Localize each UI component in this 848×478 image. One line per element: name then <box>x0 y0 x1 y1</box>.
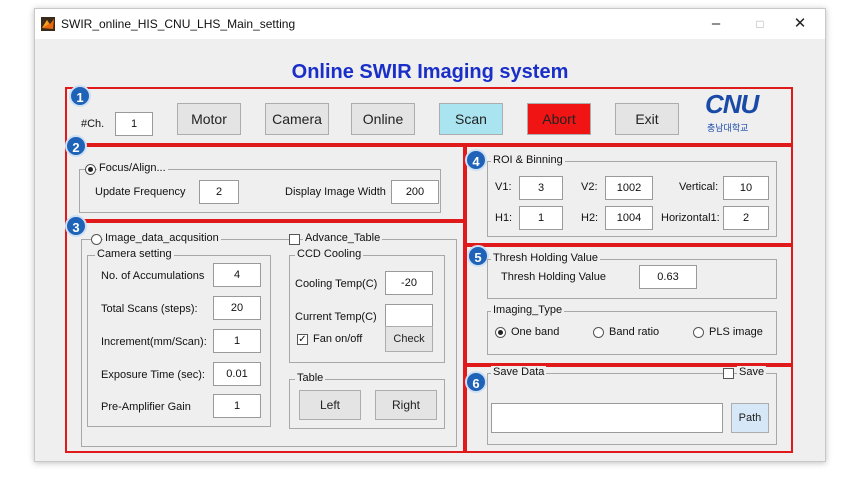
badge-1: 1 <box>69 85 91 107</box>
v2-label: V2: <box>581 181 598 193</box>
table-left-button[interactable]: Left <box>299 390 361 420</box>
focus-radio[interactable] <box>85 164 96 175</box>
table-title: Table <box>295 372 326 384</box>
vertical-input[interactable]: 10 <box>723 176 769 200</box>
cnu-logo-subtext: 충남대학교 <box>707 123 749 133</box>
exit-button[interactable]: Exit <box>615 103 679 135</box>
abort-button[interactable]: Abort <box>527 103 591 135</box>
v2-input[interactable]: 1002 <box>605 176 653 200</box>
total-scans-input[interactable]: 20 <box>213 296 261 320</box>
advance-table-label: Advance_Table <box>303 232 383 244</box>
fan-label: Fan on/off <box>313 333 363 345</box>
window-title: SWIR_online_HIS_CNU_LHS_Main_setting <box>61 17 296 31</box>
total-scans-label: Total Scans (steps): <box>101 303 198 315</box>
cnu-logo: CNU <box>705 89 759 119</box>
badge-2: 2 <box>65 135 87 157</box>
page-title: Online SWIR Imaging system <box>291 61 569 83</box>
ccd-cooling-title: CCD Cooling <box>295 248 364 260</box>
cooling-temp-label: Cooling Temp(C) <box>295 278 378 290</box>
thresh-input[interactable]: 0.63 <box>639 265 697 289</box>
display-width-input[interactable]: 200 <box>391 180 439 204</box>
scan-button[interactable]: Scan <box>439 103 503 135</box>
path-input[interactable] <box>491 403 723 433</box>
increment-input[interactable]: 1 <box>213 329 261 353</box>
badge-5: 5 <box>467 245 489 267</box>
exposure-time-label: Exposure Time (sec): <box>101 369 205 381</box>
exposure-time-input[interactable]: 0.01 <box>213 362 261 386</box>
one-band-label: One band <box>511 326 560 338</box>
badge-3: 3 <box>65 215 87 237</box>
minimize-button[interactable]: – <box>701 13 731 35</box>
pls-image-label: PLS image <box>709 326 763 338</box>
accumulations-input[interactable]: 4 <box>213 263 261 287</box>
imaging-type-title: Imaging_Type <box>491 304 565 316</box>
v1-label: V1: <box>495 181 512 193</box>
display-width-label: Display Image Width <box>285 186 386 198</box>
preamp-gain-input[interactable]: 1 <box>213 394 261 418</box>
accumulations-label: No. of Accumulations <box>101 270 205 282</box>
ch-input[interactable]: 1 <box>115 112 153 136</box>
vertical-label: Vertical: <box>679 181 719 193</box>
check-button[interactable]: Check <box>385 326 433 352</box>
v1-input[interactable]: 3 <box>519 176 563 200</box>
acquisition-radio-label: Image_data_acqusition <box>103 232 221 244</box>
advance-table-checkbox[interactable] <box>289 234 300 245</box>
band-ratio-radio[interactable] <box>593 327 604 338</box>
save-label: Save <box>737 366 767 378</box>
focus-radio-label: Focus/Align... <box>97 162 168 174</box>
camera-setting-title: Camera setting <box>95 248 174 260</box>
horizontal-input[interactable]: 2 <box>723 206 769 230</box>
online-button[interactable]: Online <box>351 103 415 135</box>
path-button[interactable]: Path <box>731 403 769 433</box>
table-right-button[interactable]: Right <box>375 390 437 420</box>
maximize-button[interactable]: □ <box>745 13 775 35</box>
matlab-icon <box>41 17 55 31</box>
update-frequency-input[interactable]: 2 <box>199 180 239 204</box>
roi-title: ROI & Binning <box>491 154 565 166</box>
badge-4: 4 <box>465 149 487 171</box>
one-band-radio[interactable] <box>495 327 506 338</box>
preamp-gain-label: Pre-Amplifier Gain <box>101 401 191 413</box>
horizontal-label: Horizontal1: <box>661 212 720 224</box>
fan-checkbox[interactable]: ✓ <box>297 334 308 345</box>
thresh-label: Thresh Holding Value <box>501 271 606 283</box>
pls-image-radio[interactable] <box>693 327 704 338</box>
badge-6: 6 <box>465 371 487 393</box>
h1-label: H1: <box>495 212 513 224</box>
section-1-box <box>65 87 793 145</box>
save-checkbox[interactable] <box>723 368 734 379</box>
main-window: SWIR_online_HIS_CNU_LHS_Main_setting – □… <box>34 8 826 462</box>
camera-button[interactable]: Camera <box>265 103 329 135</box>
h2-input[interactable]: 1004 <box>605 206 653 230</box>
ch-label: #Ch. <box>81 118 105 130</box>
acquisition-radio[interactable] <box>91 234 102 245</box>
thresh-title: Thresh Holding Value <box>491 252 600 264</box>
band-ratio-label: Band ratio <box>609 326 660 338</box>
current-temp-input[interactable] <box>385 304 433 328</box>
close-button[interactable]: ✕ <box>785 13 815 35</box>
update-frequency-label: Update Frequency <box>95 186 186 198</box>
motor-button[interactable]: Motor <box>177 103 241 135</box>
h2-label: H2: <box>581 212 599 224</box>
cooling-temp-input[interactable]: -20 <box>385 271 433 295</box>
increment-label: Increment(mm/Scan): <box>101 336 207 348</box>
title-bar: SWIR_online_HIS_CNU_LHS_Main_setting – □… <box>35 9 825 39</box>
h1-input[interactable]: 1 <box>519 206 563 230</box>
current-temp-label: Current Temp(C) <box>295 311 377 323</box>
save-data-title: Save Data <box>491 366 547 378</box>
